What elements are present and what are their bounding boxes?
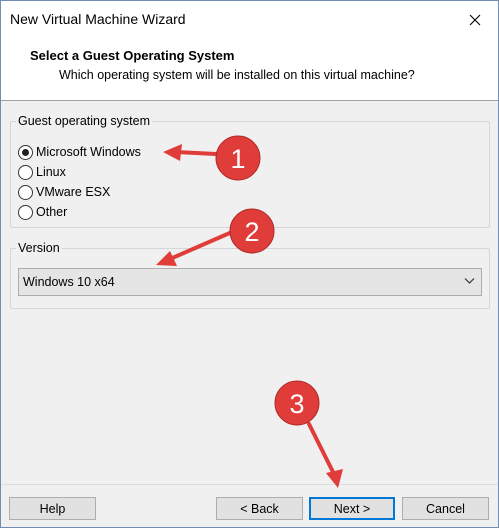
cancel-button[interactable]: Cancel	[402, 497, 489, 520]
close-button[interactable]	[452, 1, 498, 39]
back-button[interactable]: < Back	[216, 497, 303, 520]
footer-divider	[1, 484, 498, 485]
radio-button[interactable]	[18, 184, 33, 200]
title-bar: New Virtual Machine Wizard	[1, 1, 498, 39]
window-title: New Virtual Machine Wizard	[10, 11, 186, 27]
guest-os-group-label: Guest operating system	[16, 114, 153, 128]
wizard-header: Select a Guest Operating System Which op…	[1, 39, 498, 101]
radio-label: Other	[36, 205, 68, 219]
radio-label: Linux	[36, 165, 66, 179]
version-dropdown[interactable]: Windows 10 x64	[18, 268, 482, 296]
page-subtitle: Which operating system will be installed…	[59, 68, 415, 82]
radio-microsoft-windows[interactable]: Microsoft Windows	[18, 143, 141, 161]
radio-label: Microsoft Windows	[36, 145, 141, 159]
next-button[interactable]: Next >	[309, 497, 395, 520]
radio-linux[interactable]: Linux	[18, 163, 66, 181]
page-title: Select a Guest Operating System	[30, 48, 235, 63]
radio-label: VMware ESX	[36, 185, 111, 199]
radio-other[interactable]: Other	[18, 203, 67, 221]
radio-selected-dot	[22, 148, 29, 156]
chevron-down-icon	[464, 278, 475, 284]
version-selected-value: Windows 10 x64	[23, 275, 115, 289]
help-button[interactable]: Help	[9, 497, 96, 520]
radio-button[interactable]	[18, 144, 33, 160]
radio-button[interactable]	[18, 204, 33, 220]
wizard-window: New Virtual Machine Wizard Select a Gues…	[0, 0, 499, 528]
guest-os-group	[10, 121, 490, 228]
radio-button[interactable]	[18, 164, 33, 180]
radio-vmware-esx[interactable]: VMware ESX	[18, 183, 110, 201]
version-group-label: Version	[16, 241, 62, 255]
close-icon	[469, 14, 481, 26]
